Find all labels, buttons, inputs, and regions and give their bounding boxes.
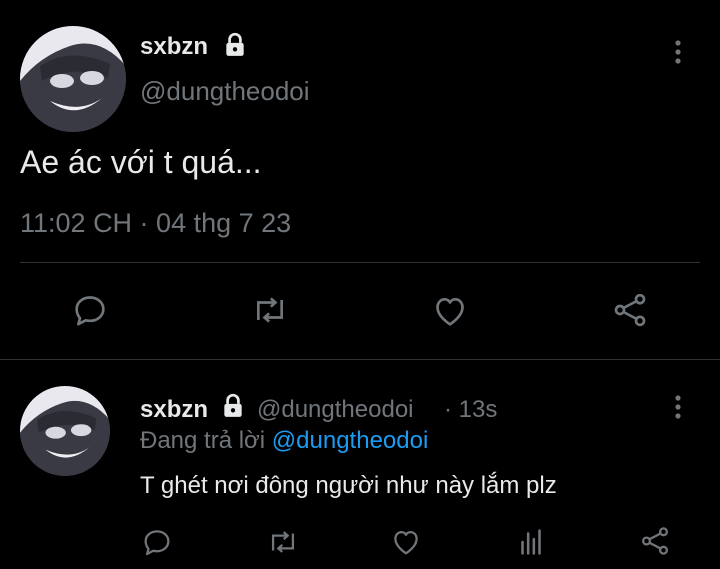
share-icon[interactable] xyxy=(638,524,672,563)
lock-icon xyxy=(222,32,248,63)
tweet-text: Ae ác với t quá... xyxy=(20,144,262,180)
views-icon[interactable] xyxy=(514,525,548,564)
tweet-text: T ghét nơi đông người như này lắm plz xyxy=(140,472,557,499)
reply-icon[interactable] xyxy=(140,525,174,564)
display-name[interactable]: sxbzn xyxy=(140,396,208,424)
lock-icon xyxy=(220,393,246,424)
retweet-icon[interactable] xyxy=(264,525,302,564)
timestamp[interactable]: 11:02 CH · 04 thg 7 23 xyxy=(20,208,291,239)
divider xyxy=(0,359,720,360)
tweet-age[interactable]: · 13s xyxy=(444,396,497,424)
divider xyxy=(20,262,700,263)
replying-prefix: Đang trả lời xyxy=(140,427,266,454)
like-icon[interactable] xyxy=(430,291,470,336)
replying-to-link[interactable]: @dungtheodoi xyxy=(272,427,429,454)
handle[interactable]: @dungtheodoi xyxy=(257,396,414,424)
more-icon[interactable] xyxy=(668,393,688,428)
reply-icon[interactable] xyxy=(70,290,110,335)
handle[interactable]: @dungtheodoi xyxy=(140,76,310,107)
avatar[interactable] xyxy=(20,26,126,132)
like-icon[interactable] xyxy=(389,525,423,564)
more-icon[interactable] xyxy=(668,38,688,73)
avatar[interactable] xyxy=(20,386,110,476)
display-name[interactable]: sxbzn xyxy=(140,33,208,61)
retweet-icon[interactable] xyxy=(248,290,292,335)
share-icon[interactable] xyxy=(610,290,650,335)
replying-to: Đang trả lời @dungtheodoi xyxy=(140,427,428,455)
